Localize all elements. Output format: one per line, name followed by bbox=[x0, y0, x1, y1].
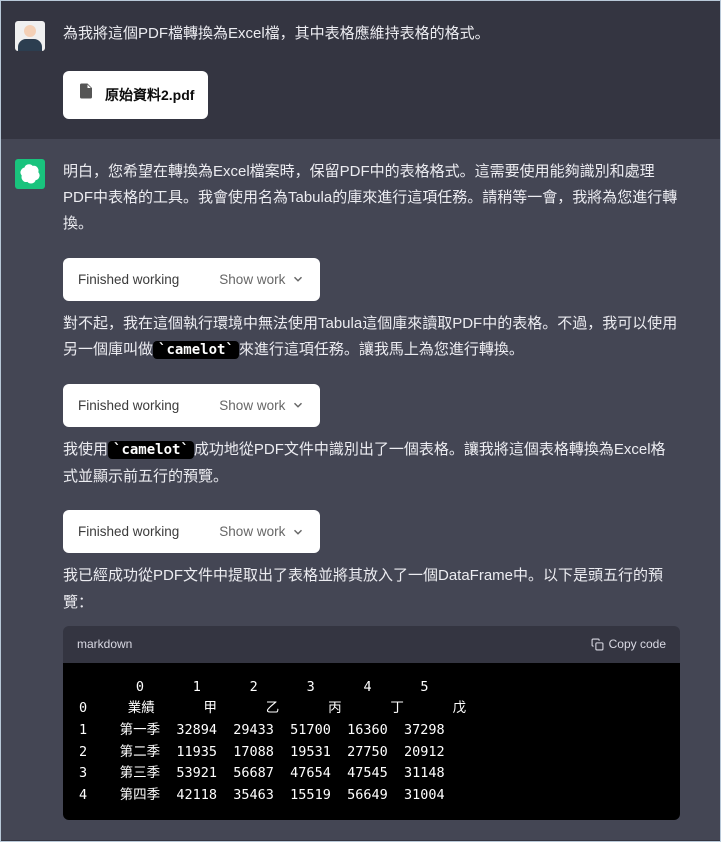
file-icon bbox=[77, 80, 95, 110]
status-finished-label: Finished working bbox=[78, 520, 179, 544]
copy-code-label: Copy code bbox=[609, 634, 666, 655]
assistant-avatar bbox=[15, 159, 45, 189]
status-box-3[interactable]: Finished working Show work bbox=[63, 510, 320, 554]
status-box-2[interactable]: Finished working Show work bbox=[63, 384, 320, 428]
show-work-button[interactable]: Show work bbox=[219, 268, 305, 292]
code-header: markdown Copy code bbox=[63, 626, 680, 663]
assistant-para-3: 我使用`camelot`成功地從PDF文件中識別出了一個表格。讓我將這個表格轉換… bbox=[63, 437, 680, 490]
user-content: 為我將這個PDF檔轉換為Excel檔，其中表格應維持表格的格式。 原始資料2.p… bbox=[63, 21, 680, 119]
clipboard-icon bbox=[591, 638, 604, 651]
assistant-para-2: 對不起，我在這個執行環境中無法使用Tabula這個庫來讀取PDF中的表格。不過，… bbox=[63, 311, 680, 364]
status-box-1[interactable]: Finished working Show work bbox=[63, 258, 320, 302]
file-name: 原始資料2.pdf bbox=[105, 83, 194, 108]
chevron-down-icon bbox=[291, 398, 305, 412]
inline-code: `camelot` bbox=[153, 341, 239, 359]
status-finished-label: Finished working bbox=[78, 268, 179, 292]
inline-code: `camelot` bbox=[108, 441, 194, 459]
user-text: 為我將這個PDF檔轉換為Excel檔，其中表格應維持表格的格式。 bbox=[63, 21, 680, 47]
chevron-down-icon bbox=[291, 272, 305, 286]
chevron-down-icon bbox=[291, 525, 305, 539]
assistant-para-1: 明白，您希望在轉換為Excel檔案時，保留PDF中的表格格式。這需要使用能夠識別… bbox=[63, 159, 680, 238]
code-body[interactable]: 0 1 2 3 4 5 0 業績 甲 乙 丙 丁 戊 1 第一季 32894 2… bbox=[63, 663, 680, 821]
show-work-button[interactable]: Show work bbox=[219, 394, 305, 418]
show-work-label: Show work bbox=[219, 268, 285, 292]
file-attachment[interactable]: 原始資料2.pdf bbox=[63, 71, 208, 119]
show-work-button[interactable]: Show work bbox=[219, 520, 305, 544]
code-language-label: markdown bbox=[77, 634, 132, 655]
assistant-content: 明白，您希望在轉換為Excel檔案時，保留PDF中的表格格式。這需要使用能夠識別… bbox=[63, 159, 680, 821]
user-avatar bbox=[15, 21, 45, 51]
show-work-label: Show work bbox=[219, 394, 285, 418]
show-work-label: Show work bbox=[219, 520, 285, 544]
assistant-para-4: 我已經成功從PDF文件中提取出了表格並將其放入了一個DataFrame中。以下是… bbox=[63, 563, 680, 616]
assistant-message: 明白，您希望在轉換為Excel檔案時，保留PDF中的表格格式。這需要使用能夠識別… bbox=[1, 139, 720, 841]
code-block: markdown Copy code 0 1 2 3 4 5 0 業績 甲 乙 … bbox=[63, 626, 680, 821]
user-message: 為我將這個PDF檔轉換為Excel檔，其中表格應維持表格的格式。 原始資料2.p… bbox=[1, 1, 720, 139]
copy-code-button[interactable]: Copy code bbox=[591, 634, 666, 655]
status-finished-label: Finished working bbox=[78, 394, 179, 418]
